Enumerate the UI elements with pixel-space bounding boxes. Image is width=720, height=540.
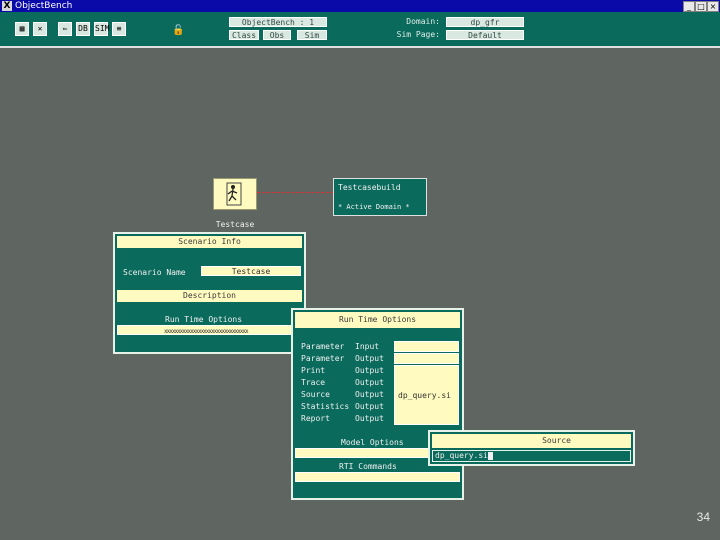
option-name: Parameter	[301, 342, 345, 351]
option-name: Trace	[301, 378, 326, 387]
model-options-label: Model Options	[341, 438, 404, 447]
runner-icon	[226, 182, 242, 206]
scenario-info-panel: Scenario Info Scenario Name Testcase Des…	[113, 232, 306, 354]
domain-label: Domain:	[406, 17, 440, 26]
sim-button[interactable]: Sim	[297, 30, 327, 40]
testcase-node-label: Testcase	[215, 220, 255, 229]
db-icon[interactable]: DB	[76, 22, 90, 36]
scenario-info-title: Scenario Info	[117, 236, 302, 248]
scenario-name-field[interactable]: Testcase	[201, 266, 301, 276]
option-name: Source	[301, 390, 330, 399]
rti-commands-field[interactable]	[295, 472, 460, 482]
minimize-button[interactable]: _	[683, 1, 695, 12]
sim-page-label: Sim Page:	[396, 30, 440, 39]
option-name: Statistics	[301, 402, 350, 411]
description-label: Description	[117, 290, 302, 302]
option-mode: Output	[355, 414, 384, 423]
diagram-icon[interactable]: ✕	[33, 22, 47, 36]
source-title-text: Source	[542, 436, 571, 445]
runtime-options-label: Run Time Options	[165, 315, 243, 324]
runtime-options-panel: Run Time Options Parameter Input Paramet…	[291, 308, 464, 500]
source-input[interactable]: dp_query.si	[432, 450, 631, 462]
testcasebuild-node[interactable]: Testcasebuild * Active Domain *	[333, 178, 427, 216]
sim-icon[interactable]: SIM	[94, 22, 109, 36]
close-button[interactable]: ×	[707, 1, 719, 12]
domain-field[interactable]: dp_gfr	[446, 17, 524, 27]
option-field[interactable]	[394, 353, 459, 364]
source-output-field[interactable]: dp_query.si	[394, 365, 459, 425]
bench-name-field[interactable]: ObjectBench : 1	[229, 17, 327, 27]
maximize-button[interactable]: □	[695, 1, 707, 12]
testcase-node-icon[interactable]	[213, 178, 257, 210]
source-panel: Source dp_query.si	[428, 430, 635, 466]
option-mode: Output	[355, 354, 384, 363]
option-mode: Output	[355, 402, 384, 411]
option-name: Parameter	[301, 354, 345, 363]
sim-page-field[interactable]: Default	[446, 30, 524, 40]
node-subtitle: * Active Domain *	[338, 203, 410, 211]
text-cursor	[487, 451, 493, 460]
option-name: Report	[301, 414, 330, 423]
runtime-options-field[interactable]: xxxxxxxxxxxxxxxxxxxxxxxxxxxxxxxx	[117, 325, 302, 335]
obs-button[interactable]: Obs	[263, 30, 291, 40]
window-title: ObjectBench	[15, 1, 73, 11]
page-number: 34	[696, 510, 710, 524]
class-button[interactable]: Class	[229, 30, 259, 40]
list-icon[interactable]: ≡	[112, 22, 126, 36]
source-input-value: dp_query.si	[435, 451, 488, 460]
x-app-icon: X	[2, 1, 12, 11]
option-mode: Input	[355, 342, 380, 351]
option-field[interactable]	[394, 341, 459, 352]
node-connector-line	[257, 192, 334, 193]
option-mode: Output	[355, 378, 384, 387]
lock-icon[interactable]: 🔓	[172, 26, 184, 36]
bench-grid-icon[interactable]: ▦	[15, 22, 29, 36]
option-mode: Output	[355, 366, 384, 375]
node-title: Testcasebuild	[338, 183, 401, 192]
toolbar: ▦ ✕ ⇐ DB SIM ≡ 🔓 ObjectBench : 1 Class O…	[0, 12, 720, 48]
option-mode: Output	[355, 390, 384, 399]
runtime-options-title: Run Time Options	[295, 312, 460, 328]
source-panel-title: Source	[432, 434, 631, 448]
option-name: Print	[301, 366, 326, 375]
window-title-bar: X ObjectBench _ □ ×	[0, 0, 720, 12]
arrow-left-icon[interactable]: ⇐	[58, 22, 72, 36]
rti-commands-label: RTI Commands	[339, 462, 397, 471]
runtime-pattern: xxxxxxxxxxxxxxxxxxxxxxxxxxxxxxxx	[164, 328, 249, 335]
scenario-name-label: Scenario Name	[123, 268, 186, 277]
